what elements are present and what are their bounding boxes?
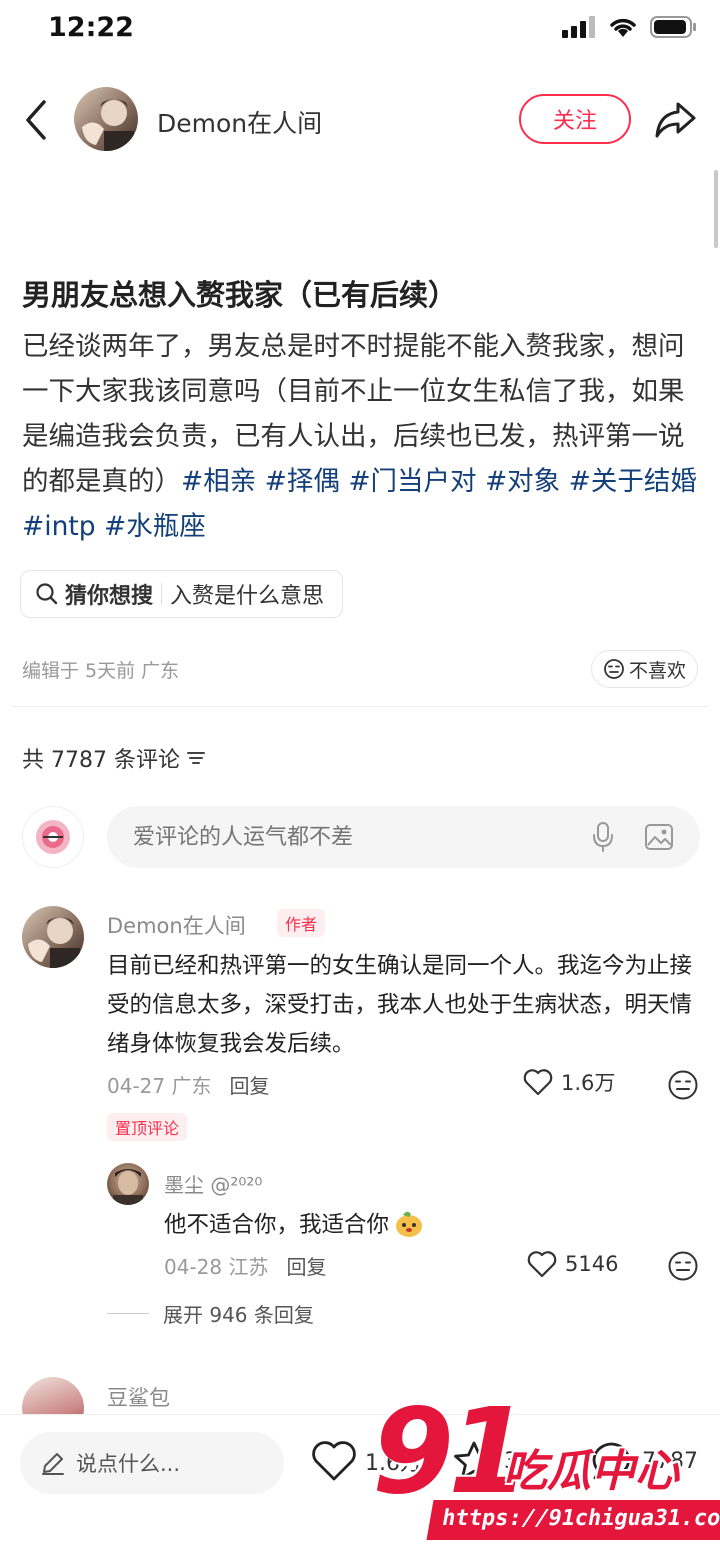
heart-icon [527,1251,557,1278]
post-body: 已经谈两年了，男友总是时不时提能不能入赘我家，想问一下大家我该同意吗（目前不止一… [22,324,704,549]
chip-divider [161,583,163,605]
edit-info: 编辑于 5天前 广东 [22,660,180,682]
dislike-label: 不喜欢 [628,659,686,682]
share-icon [655,102,696,138]
reply-avatar[interactable] [107,1163,149,1205]
search-chip-label: 猜你想搜 [65,584,154,609]
share-button[interactable] [652,98,698,142]
like-count: 5146 [565,1252,619,1276]
search-icon [36,583,58,605]
scrollbar[interactable] [714,170,718,248]
dislike-button[interactable]: 不喜欢 [591,650,698,688]
comment-input[interactable] [133,824,553,850]
image-icon[interactable] [644,823,674,851]
back-button[interactable] [22,98,52,142]
watermark-url: https://91chigua31.com [426,1500,720,1540]
comment-author[interactable]: Demon在人间 [107,910,246,940]
comment-dislike-button[interactable] [667,1069,699,1105]
signal-icon [562,16,595,38]
comment-input-bar[interactable] [107,806,700,868]
reply-author[interactable]: 墨尘 @²⁰²⁰ [164,1169,262,1198]
pinned-badge: 置顶评论 [107,1113,188,1141]
neutral-face-icon [668,1070,698,1100]
reply-meta: 04-28 江苏 回复 [164,1251,326,1280]
battery-icon [650,16,696,38]
reply-dislike-button[interactable] [667,1250,699,1286]
hashtag[interactable]: #相亲 [181,466,256,497]
expand-replies-button[interactable]: 展开 946 条回复 [107,1299,314,1328]
post-title: 男朋友总想入赘我家（已有后续） [22,278,458,312]
hashtag[interactable]: #关于结婚 [569,466,697,497]
comment-avatar[interactable] [22,906,84,968]
status-time: 12:22 [48,12,134,43]
emoji-sticker-icon [396,1211,423,1237]
comment-date: 04-27 广东 [107,1074,212,1098]
hashtag[interactable]: #择偶 [265,466,340,497]
bottom-comment-input[interactable]: 说点什么... [20,1432,284,1494]
hashtag[interactable]: #水瓶座 [104,511,206,542]
comment-author[interactable]: 豆鲨包 [107,1382,170,1412]
reply-date: 04-28 江苏 [164,1255,269,1279]
status-icons [562,16,696,38]
follow-button[interactable]: 关注 [519,94,631,144]
search-suggestion-chip[interactable]: 猜你想搜 入赘是什么意思 [20,570,344,618]
expand-label: 展开 946 条回复 [163,1303,314,1327]
author-avatar[interactable] [74,87,138,151]
divider [12,706,708,707]
watermark-logo-text: 吃瓜中心 [503,1446,679,1497]
bottom-input-placeholder: 说点什么... [76,1452,181,1476]
hashtag[interactable]: #intp [22,511,96,542]
author-name[interactable]: Demon在人间 [157,104,322,140]
comment-text: 目前已经和热评第一的女生确认是同一个人。我迄今为止接受的信息太多，深受打击，我本… [107,953,693,1057]
comment-meta: 04-27 广东 回复 [107,1070,269,1099]
reply-like-button[interactable]: 5146 [527,1250,618,1278]
reply-button[interactable]: 回复 [286,1251,326,1280]
neutral-face-icon [668,1251,698,1281]
heart-icon [312,1441,356,1481]
neutral-face-icon [604,659,624,679]
microphone-icon[interactable] [592,821,614,853]
comment-count-label: 共 7787 条评论 [22,748,180,773]
reply-text: 他不适合你，我适合你 [164,1212,390,1238]
reply-button[interactable]: 回复 [229,1070,269,1099]
sort-icon [186,752,205,764]
hashtag[interactable]: #门当户对 [348,466,476,497]
expand-dash [107,1313,149,1314]
wifi-icon [610,18,636,37]
reply-content: 他不适合你，我适合你 [164,1207,425,1239]
comment-like-button[interactable]: 1.6万 [523,1067,615,1097]
heart-icon [523,1069,553,1096]
hashtag[interactable]: #对象 [485,466,560,497]
author-badge: 作者 [277,909,326,937]
pencil-icon [42,1453,64,1475]
comment-count[interactable]: 共 7787 条评论 [22,742,206,774]
like-count: 1.6万 [561,1071,616,1095]
search-chip-query: 入赘是什么意思 [170,584,325,609]
chevron-left-icon [26,100,46,140]
my-avatar[interactable] [22,806,84,868]
